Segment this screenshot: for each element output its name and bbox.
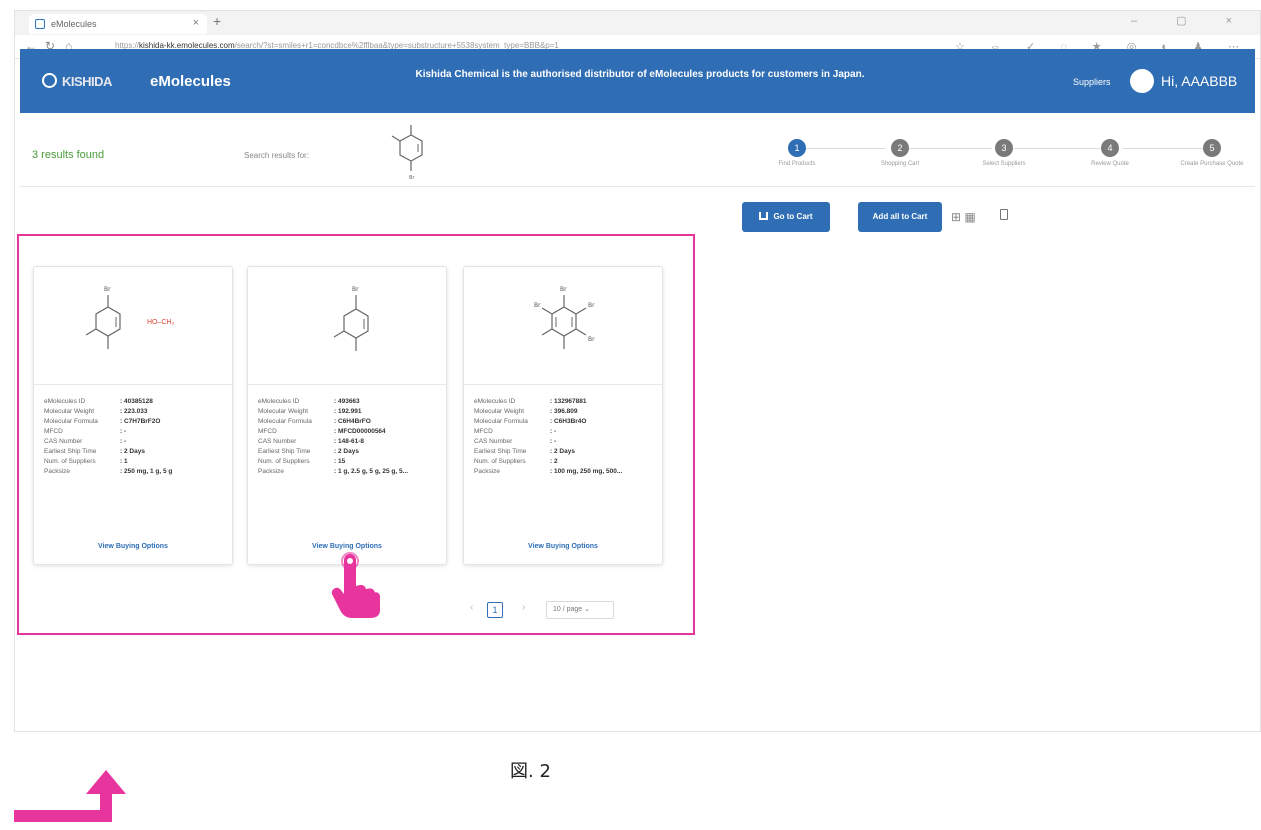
kishida-logo-icon[interactable]: [42, 73, 57, 88]
step-find-products[interactable]: 1 Find Products: [757, 139, 837, 168]
spec-row: Molecular Weight: 396.809: [474, 408, 578, 415]
spec-row: Num. of Suppliers: 15: [258, 458, 346, 465]
step-label: Review Quote: [1091, 161, 1129, 167]
pagination-next-icon[interactable]: ›: [522, 602, 525, 613]
svg-text:Br: Br: [588, 302, 595, 309]
step-number: 3: [995, 139, 1013, 157]
spec-row: MFCD: -: [44, 428, 127, 435]
step-label: Find Products: [778, 161, 816, 167]
svg-text:Br: Br: [409, 175, 415, 181]
new-tab-icon[interactable]: +: [213, 13, 221, 29]
results-count: 3 results found: [32, 149, 105, 161]
spec-row: CAS Number: 148-61-8: [258, 438, 364, 445]
spec-row: MFCD: -: [474, 428, 557, 435]
list-view-icon[interactable]: [1000, 209, 1008, 220]
spec-row: Molecular Weight: 223.033: [44, 408, 148, 415]
browser-tab[interactable]: eMolecules ×: [29, 14, 207, 34]
step-number: 4: [1101, 139, 1119, 157]
figure-caption: 図. 2: [510, 761, 551, 782]
svg-text:Br: Br: [352, 286, 359, 293]
step-label: Create Purchase Quote: [1180, 161, 1244, 167]
view-buying-options-link[interactable]: View Buying Options: [248, 543, 446, 550]
spec-row: Packsize: 100 mg, 250 mg, 500...: [474, 468, 623, 475]
spec-row: Molecular Formula: C6H3Br4O: [474, 418, 587, 425]
search-results-label: Search results for:: [244, 151, 309, 160]
spec-row: Molecular Weight: 192.991: [258, 408, 362, 415]
view-buying-options-link[interactable]: View Buying Options: [34, 543, 232, 550]
step-select-suppliers[interactable]: 3 Select Suppliers: [964, 139, 1044, 168]
spec-row: CAS Number: -: [44, 438, 127, 445]
spec-row: Packsize: 1 g, 2.5 g, 5 g, 25 g, 5...: [258, 468, 409, 475]
structure-image[interactable]: Br HO–CH₃: [34, 267, 232, 385]
step-number: 5: [1203, 139, 1221, 157]
svg-text:Br: Br: [104, 286, 111, 293]
grid-view-icon[interactable]: ⊞ ▦: [951, 210, 976, 224]
spec-row: Num. of Suppliers: 2: [474, 458, 558, 465]
product-card[interactable]: Br eMolecules ID: 493663 Molecular Weigh…: [247, 266, 447, 565]
distributor-banner: Kishida Chemical is the authorised distr…: [415, 69, 865, 80]
spec-row: CAS Number: -: [474, 438, 557, 445]
product-specs: eMolecules ID: 40385128 Molecular Weight…: [44, 397, 226, 477]
molecule-icon: Br: [333, 286, 369, 351]
spec-row: Packsize: 250 mg, 1 g, 5 g: [44, 468, 173, 475]
svg-text:Br: Br: [534, 302, 541, 309]
step-number: 1: [788, 139, 806, 157]
spec-row: Earliest Ship Time: 2 Days: [474, 448, 575, 455]
spec-row: MFCD: MFCD00000564: [258, 428, 386, 435]
go-to-cart-button[interactable]: Go to Cart: [742, 202, 830, 232]
user-greeting[interactable]: Hi, AAABBB: [1161, 73, 1237, 89]
corner-arrow-icon: [14, 770, 126, 822]
spec-row: eMolecules ID: 40385128: [44, 398, 153, 405]
query-structure-icon[interactable]: Br: [388, 117, 434, 183]
solvent-label: HO–CH₃: [147, 319, 175, 326]
tab-close-icon[interactable]: ×: [193, 17, 199, 29]
spec-row: Num. of Suppliers: 1: [44, 458, 128, 465]
site-header: KISHIDA eMolecules Kishida Chemical is t…: [20, 49, 1255, 113]
product-specs: eMolecules ID: 132967881 Molecular Weigh…: [474, 397, 656, 477]
step-label: Select Suppliers: [982, 161, 1026, 167]
search-summary: 3 results found Search results for: Br 1…: [20, 113, 1255, 187]
product-specs: eMolecules ID: 493663 Molecular Weight: …: [258, 397, 440, 477]
molecule-icon: Br Br Br Br: [534, 286, 595, 349]
spec-row: Earliest Ship Time: 2 Days: [258, 448, 359, 455]
product-card[interactable]: Br Br Br Br eMolecules ID: 132967881 Mol…: [463, 266, 663, 565]
pagination-prev-icon[interactable]: ‹: [470, 602, 473, 613]
window-controls[interactable]: – ▢ ×: [1131, 14, 1250, 27]
brand-name[interactable]: eMolecules: [150, 73, 231, 90]
step-review-quote[interactable]: 4 Review Quote: [1070, 139, 1150, 168]
spec-row: Molecular Formula: C7H7BrF2O: [44, 418, 161, 425]
favicon-icon: [35, 19, 45, 29]
pagination-page-1[interactable]: 1: [487, 602, 503, 618]
tab-title: eMolecules: [51, 19, 97, 29]
molecule-icon: Br: [85, 286, 121, 349]
add-all-to-cart-button[interactable]: Add all to Cart: [858, 202, 942, 232]
step-label: Shopping Cart: [880, 161, 920, 167]
step-create-purchase-quote[interactable]: 5 Create Purchase Quote: [1172, 139, 1252, 168]
step-shopping-cart[interactable]: 2 Shopping Cart: [860, 139, 940, 168]
pointing-hand-icon: [331, 552, 380, 618]
structure-image[interactable]: Br: [248, 267, 446, 385]
view-buying-options-link[interactable]: View Buying Options: [464, 543, 662, 550]
cart-icon: [759, 212, 769, 220]
spec-row: eMolecules ID: 493663: [258, 398, 360, 405]
product-card[interactable]: Br HO–CH₃ eMolecules ID: 40385128 Molecu…: [33, 266, 233, 565]
avatar[interactable]: [1130, 69, 1154, 93]
tab-bar: eMolecules × + – ▢ ×: [15, 11, 1260, 35]
spec-row: Earliest Ship Time: 2 Days: [44, 448, 145, 455]
svg-text:Br: Br: [560, 286, 567, 293]
suppliers-link[interactable]: Suppliers: [1073, 77, 1111, 87]
structure-image[interactable]: Br Br Br Br: [464, 267, 662, 385]
spec-row: Molecular Formula: C6H4BrFO: [258, 418, 371, 425]
step-number: 2: [891, 139, 909, 157]
svg-text:Br: Br: [588, 336, 595, 343]
spec-row: eMolecules ID: 132967881: [474, 398, 587, 405]
page-size-select[interactable]: 10 / page ⌄: [546, 601, 614, 619]
kishida-logo-text[interactable]: KISHIDA: [62, 74, 112, 89]
